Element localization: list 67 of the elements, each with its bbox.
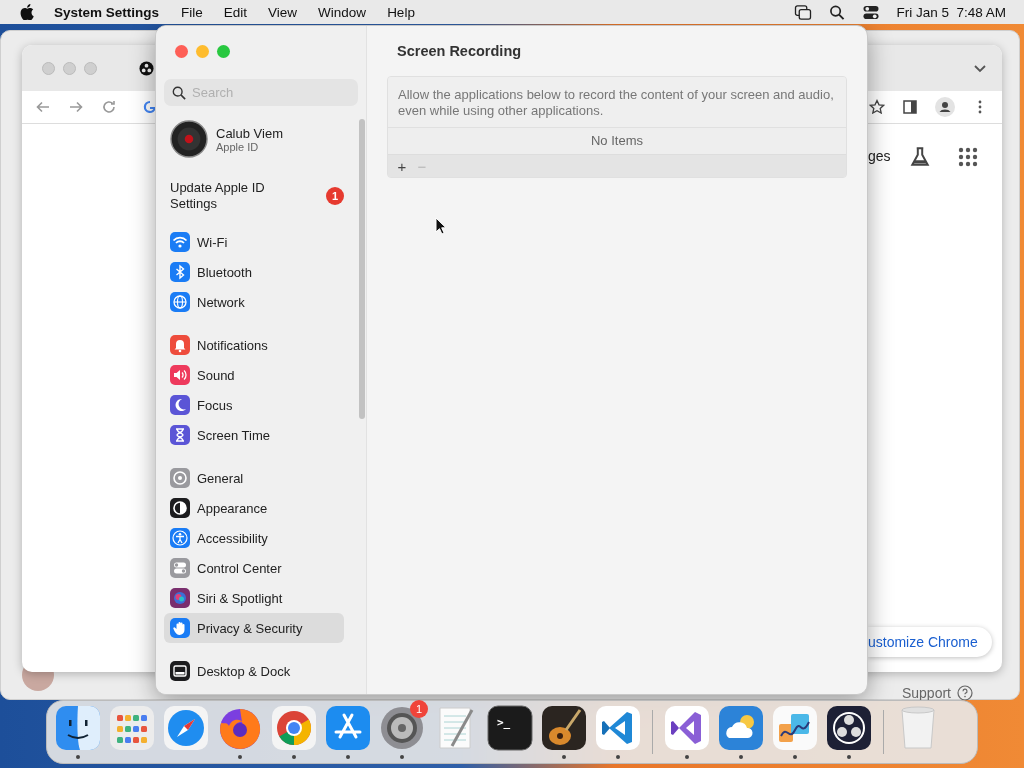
visualstudio-icon[interactable]: [663, 704, 711, 752]
account-row[interactable]: Calub Viem Apple ID: [164, 118, 358, 160]
reload-icon[interactable]: [101, 99, 117, 115]
sidebar-item[interactable]: Sound: [164, 360, 344, 390]
sidebar-item[interactable]: Screen Time: [164, 420, 344, 450]
update-label: Update Apple ID Settings: [170, 180, 266, 212]
sidebar-item[interactable]: Siri & Spotlight: [164, 583, 344, 613]
help-icon[interactable]: [957, 685, 973, 701]
launchpad-icon[interactable]: [108, 704, 156, 752]
chrome-icon[interactable]: [270, 704, 318, 752]
compass-icon[interactable]: [162, 704, 210, 752]
control-center-icon[interactable]: [862, 4, 881, 20]
images-link[interactable]: ges: [868, 148, 891, 164]
prompt-glyph: >_: [497, 716, 511, 729]
flask-icon[interactable]: [909, 146, 931, 168]
app-name-menu[interactable]: System Settings: [54, 4, 160, 20]
menu-item[interactable]: View: [268, 4, 298, 20]
clock[interactable]: Fri Jan 5 7:48 AM: [896, 4, 1006, 20]
notification-badge: 1: [326, 187, 344, 205]
tab-icon[interactable]: [139, 60, 154, 76]
account-name: Calub Viem: [216, 125, 283, 141]
google-icon: [142, 99, 158, 115]
appstore-icon[interactable]: [324, 704, 372, 752]
sidebar-item[interactable]: Accessibility: [164, 523, 344, 553]
cursor-icon: [435, 217, 447, 235]
vscode-icon[interactable]: [594, 704, 642, 752]
customize-button[interactable]: ustomize Chrome: [868, 627, 992, 657]
search-icon: [172, 86, 186, 100]
sidebar-item[interactable]: Focus: [164, 390, 344, 420]
obs-icon[interactable]: [825, 704, 873, 752]
search-icon[interactable]: [828, 4, 847, 20]
sidebar-item[interactable]: Wi-Fi: [164, 227, 344, 257]
add-button[interactable]: +: [392, 157, 412, 175]
forward-icon[interactable]: [68, 99, 84, 115]
sidebar-item[interactable]: Network: [164, 287, 344, 317]
scrollbar[interactable]: [359, 119, 365, 419]
menu-item[interactable]: Edit: [223, 4, 248, 20]
sidebar-item[interactable]: Privacy & Security: [164, 613, 344, 643]
side-panel-icon[interactable]: [902, 99, 918, 115]
sidebar-item[interactable]: Appearance: [164, 493, 344, 523]
windows-icon[interactable]: [794, 4, 813, 20]
sidebar-item[interactable]: Notifications: [164, 330, 344, 360]
account-subtitle: Apple ID: [216, 140, 260, 153]
finder-icon[interactable]: [54, 704, 102, 752]
page-title: Screen Recording: [397, 43, 523, 59]
profile-icon[interactable]: [935, 97, 955, 117]
settings-icon[interactable]: [378, 704, 426, 752]
weather-icon[interactable]: [717, 704, 765, 752]
sidebar-item[interactable]: Desktop & Dock: [164, 656, 344, 686]
apple-icon[interactable]: [20, 4, 34, 20]
terminal-icon[interactable]: [486, 704, 534, 752]
sidebar-item[interactable]: Bluetooth: [164, 257, 344, 287]
apps-grid-icon[interactable]: [958, 147, 978, 167]
close-button[interactable]: [175, 45, 188, 58]
freeform-icon[interactable]: [771, 704, 819, 752]
back-icon[interactable]: [35, 99, 51, 115]
sidebar-item[interactable]: Control Center: [164, 553, 344, 583]
avatar-icon: [170, 120, 208, 158]
support-link[interactable]: Support: [901, 685, 951, 701]
guitar-icon[interactable]: [540, 704, 588, 752]
menu-item[interactable]: Window: [318, 4, 367, 20]
update-notice[interactable]: Update Apple ID Settings 1: [164, 178, 358, 214]
star-icon[interactable]: [869, 99, 885, 115]
menu-item[interactable]: File: [181, 4, 203, 20]
sidebar-item[interactable]: General: [164, 463, 344, 493]
notification-badge: 1: [410, 700, 428, 718]
menu-item[interactable]: Help: [387, 4, 415, 20]
